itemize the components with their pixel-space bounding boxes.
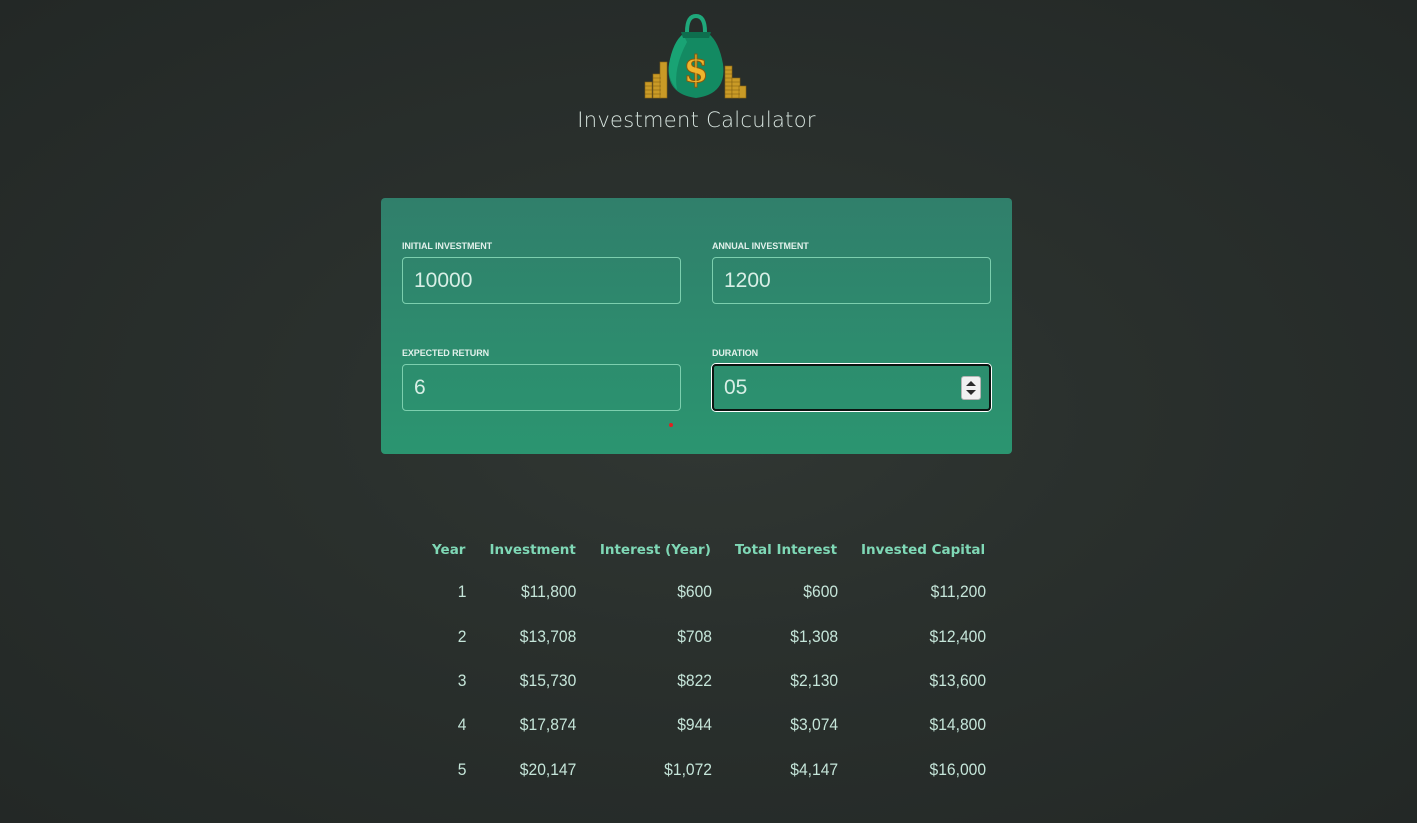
- duration-field: Duration 05: [712, 348, 991, 411]
- annual-investment-label: Annual Investment: [712, 241, 809, 251]
- money-bag-dollar-icon: $: [644, 13, 747, 99]
- cell-total-interest: $4,147: [790, 759, 838, 779]
- cell-interest-year: $944: [677, 715, 712, 735]
- cell-interest-year: $1,072: [664, 759, 712, 779]
- results-header-row: Year Investment Interest (Year) Total In…: [420, 530, 997, 570]
- cell-total-interest: $1,308: [790, 626, 838, 646]
- cell-investment: $15,730: [520, 670, 577, 690]
- cell-invested-capital: $14,800: [929, 715, 987, 735]
- annual-investment-input[interactable]: 1200: [712, 257, 991, 304]
- expected-return-input[interactable]: 6: [402, 364, 681, 411]
- cell-year: 5: [457, 759, 467, 779]
- duration-input[interactable]: 05: [712, 364, 991, 411]
- cell-interest-year: $708: [677, 626, 712, 646]
- cell-investment: $20,147: [520, 759, 577, 779]
- table-row: 2 $13,708 $708 $1,308 $12,400: [420, 614, 997, 658]
- cell-invested-capital: $16,000: [929, 759, 987, 779]
- svg-text:$: $: [683, 49, 708, 91]
- cell-investment: $17,874: [520, 715, 577, 735]
- initial-investment-label: Initial Investment: [402, 241, 493, 251]
- table-row: 4 $17,874 $944 $3,074 $14,800: [420, 703, 997, 747]
- cell-investment: $11,800: [521, 582, 577, 602]
- column-header-year: Year: [432, 542, 466, 558]
- cell-total-interest: $3,074: [790, 715, 838, 735]
- input-panel: Initial Investment 10000 Annual Investme…: [381, 198, 1012, 454]
- cell-total-interest: $600: [803, 582, 838, 602]
- expected-return-field: Expected Return 6: [402, 348, 681, 411]
- results-table: Year Investment Interest (Year) Total In…: [420, 530, 997, 792]
- cell-invested-capital: $11,200: [930, 582, 987, 602]
- cell-year: 1: [457, 582, 467, 602]
- cell-year: 2: [457, 626, 467, 646]
- red-dot-marker: [669, 423, 673, 427]
- table-row: 1 $11,800 $600 $600 $11,200: [420, 570, 997, 614]
- cell-interest-year: $822: [677, 670, 712, 690]
- column-header-investment: Investment: [489, 542, 576, 558]
- column-header-invested-capital: Invested Capital: [861, 542, 986, 558]
- annual-investment-field: Annual Investment 1200: [712, 241, 991, 304]
- spin-up-icon[interactable]: [966, 381, 976, 386]
- cell-year: 3: [457, 670, 467, 690]
- column-header-total-interest: Total Interest: [734, 542, 838, 558]
- column-header-interest-year: Interest (Year): [599, 542, 711, 558]
- cell-invested-capital: $13,600: [929, 670, 987, 690]
- initial-investment-input[interactable]: 10000: [402, 257, 681, 304]
- duration-label: Duration: [712, 348, 759, 358]
- table-row: 3 $15,730 $822 $2,130 $13,600: [420, 659, 997, 703]
- cell-invested-capital: $12,400: [929, 626, 987, 646]
- initial-investment-field: Initial Investment 10000: [402, 241, 681, 304]
- expected-return-label: Expected Return: [402, 348, 490, 358]
- cell-total-interest: $2,130: [790, 670, 838, 690]
- cell-investment: $13,708: [520, 626, 577, 646]
- table-row: 5 $20,147 $1,072 $4,147 $16,000: [420, 748, 997, 792]
- number-spinner[interactable]: [961, 376, 981, 400]
- spin-down-icon[interactable]: [966, 390, 976, 395]
- cell-interest-year: $600: [677, 582, 712, 602]
- duration-input-value: 05: [724, 376, 748, 399]
- cell-year: 4: [457, 715, 467, 735]
- page-title: Investment Calculator: [577, 108, 816, 132]
